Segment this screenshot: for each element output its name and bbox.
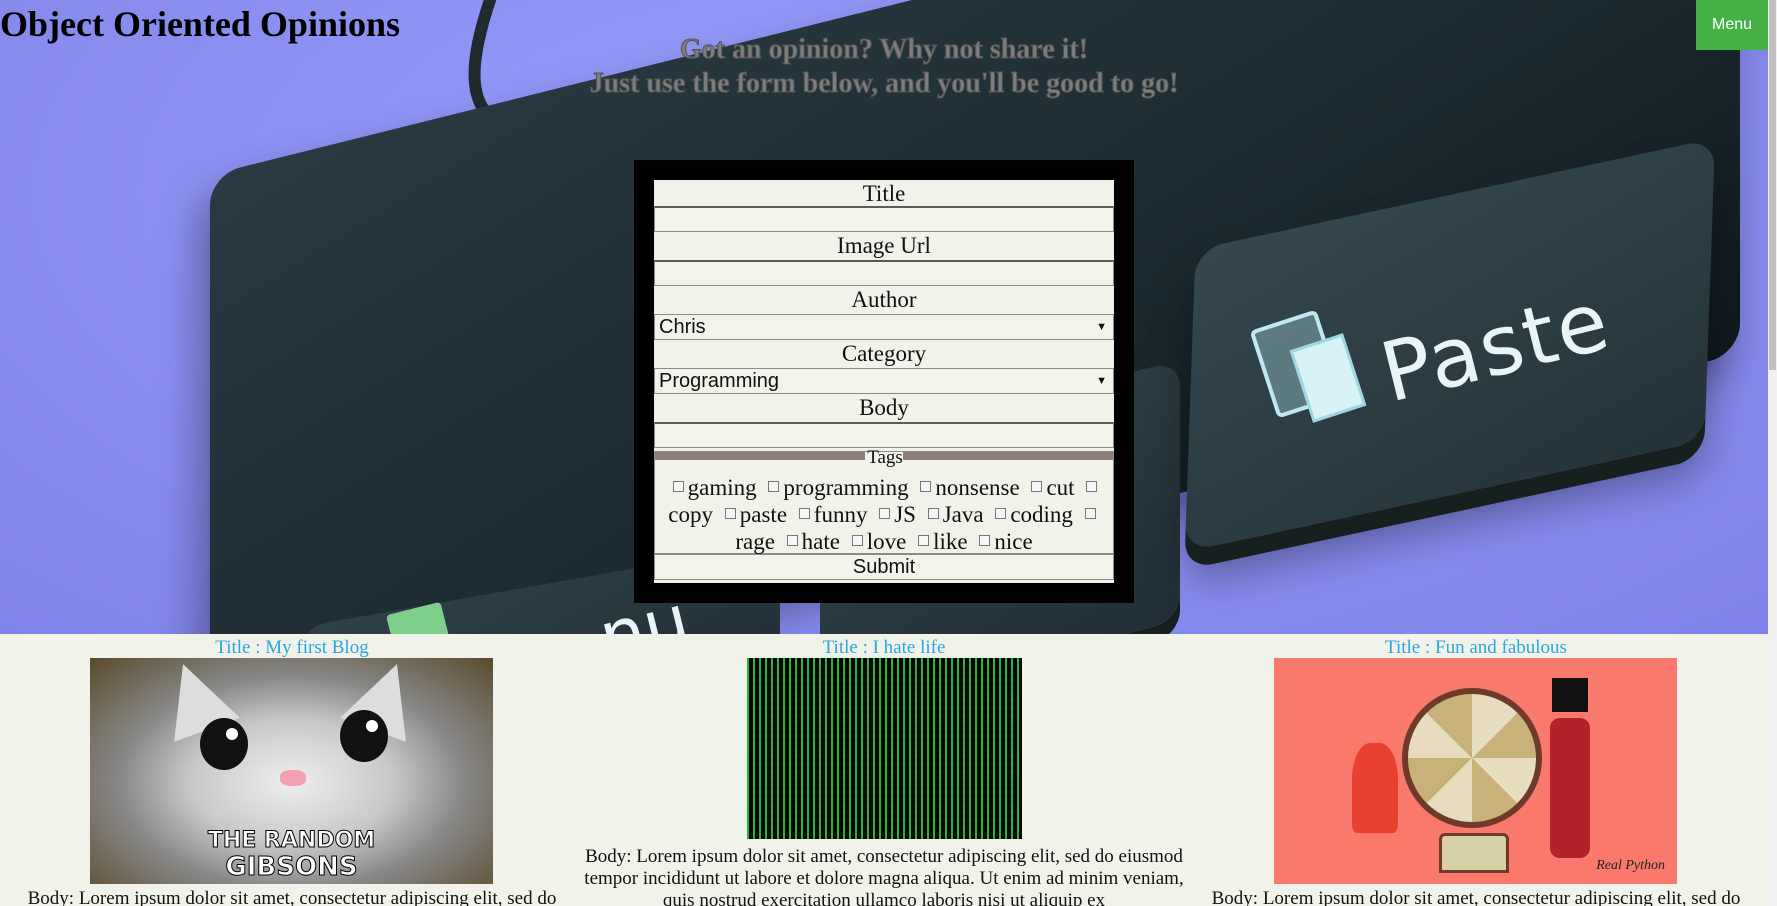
tags-fieldset: Tags gaming programming nonsense cut cop…: [654, 447, 1114, 555]
tag-option: hate: [781, 529, 840, 554]
opinion-form-frame: Title Image Url Author Chris ▼ Category …: [634, 160, 1134, 603]
image-caption: GIBSONS: [225, 852, 358, 883]
lady-figure: [1352, 743, 1398, 833]
dropdown-arrow-icon: ▼: [1096, 321, 1107, 333]
tag-option: like: [912, 529, 968, 554]
tag-label: rage: [735, 529, 775, 554]
tag-option: gaming: [667, 475, 757, 500]
tag-checkbox[interactable]: [879, 508, 891, 519]
image-url-label: Image Url: [837, 233, 931, 258]
tag-checkbox[interactable]: [918, 535, 930, 546]
menu-button[interactable]: Menu: [1696, 0, 1768, 50]
image-signature: Real Python: [1596, 858, 1665, 873]
tag-option: cut: [1025, 475, 1075, 500]
post-image-wheel: Real Python: [1274, 658, 1677, 884]
tagline-line-1: Got an opinion? Why not share it!: [679, 34, 1089, 66]
tag-checkbox[interactable]: [979, 535, 991, 546]
tag-option: JS: [873, 502, 916, 527]
category-selected-value: Programming: [659, 370, 780, 392]
tag-label: love: [866, 529, 907, 554]
author-label: Author: [851, 287, 917, 312]
tag-option: programming: [762, 475, 909, 500]
post-title[interactable]: Title : My first Blog: [0, 637, 584, 659]
tag-label: paste: [739, 502, 788, 527]
tag-checkbox[interactable]: [1031, 481, 1043, 492]
tag-label: nice: [994, 529, 1033, 554]
opinion-form: Title Image Url Author Chris ▼ Category …: [654, 180, 1114, 583]
wheel-graphic: [1402, 688, 1542, 828]
tags-divider: [655, 452, 865, 460]
kitten-eye: [340, 710, 388, 762]
tag-option: coding: [989, 502, 1073, 527]
scrollbar-thumb[interactable]: [1769, 0, 1776, 370]
tagline-line-2: Just use the form below, and you'll be g…: [589, 68, 1179, 100]
title-input[interactable]: [654, 206, 1114, 232]
tag-checkbox[interactable]: [798, 508, 810, 519]
tag-checkbox[interactable]: [995, 508, 1007, 519]
tag-option: paste: [719, 502, 787, 527]
post-body: Body: Lorem ipsum dolor sit amet, consec…: [27, 888, 557, 906]
tag-checkbox[interactable]: [672, 481, 684, 492]
tag-option: Java: [922, 502, 984, 527]
tags-divider: [903, 452, 1113, 460]
tag-label: programming: [783, 475, 909, 500]
tag-label: gaming: [687, 475, 757, 500]
tag-checkbox[interactable]: [786, 535, 798, 546]
dropdown-arrow-icon: ▼: [1096, 375, 1107, 387]
tags-list: gaming programming nonsense cut copy pas…: [661, 474, 1107, 555]
post-body: Body: Lorem ipsum dolor sit amet, consec…: [584, 846, 1184, 906]
tag-label: cut: [1046, 475, 1075, 500]
tag-label: like: [933, 529, 968, 554]
submit-button[interactable]: Submit: [654, 554, 1114, 580]
tag-checkbox[interactable]: [851, 535, 863, 546]
tag-option: nonsense: [914, 475, 1020, 500]
tags-legend: Tags: [867, 447, 903, 468]
post-title[interactable]: Title : I hate life: [584, 637, 1184, 659]
kitten-eye: [200, 718, 248, 770]
category-label: Category: [841, 341, 927, 366]
wheel-base-graphic: [1439, 833, 1509, 873]
image-url-input[interactable]: [654, 260, 1114, 286]
tag-label: copy: [668, 502, 714, 527]
tag-checkbox[interactable]: [768, 481, 780, 492]
tag-label: Java: [942, 502, 984, 527]
title-label: Title: [862, 181, 906, 206]
post-image-matrix: [747, 658, 1022, 839]
tag-label: hate: [801, 529, 840, 554]
kitten-nose: [280, 770, 306, 786]
tag-checkbox[interactable]: [927, 508, 939, 519]
image-caption: THE RANDOM: [207, 828, 376, 854]
tag-label: funny: [813, 502, 868, 527]
category-select[interactable]: Programming ▼: [654, 368, 1114, 394]
tag-option: nice: [973, 529, 1033, 554]
author-select[interactable]: Chris ▼: [654, 314, 1114, 340]
tag-option: love: [846, 529, 907, 554]
tag-label: JS: [894, 502, 916, 527]
author-selected-value: Chris: [659, 316, 706, 338]
tag-option: funny: [793, 502, 868, 527]
tag-checkbox[interactable]: [920, 481, 932, 492]
tag-label: coding: [1010, 502, 1073, 527]
top-hat-graphic: [1552, 678, 1588, 712]
post-body: Body: Lorem ipsum dolor sit amet, consec…: [1211, 888, 1741, 906]
body-input[interactable]: [654, 422, 1114, 448]
body-label: Body: [859, 395, 909, 420]
tag-checkbox[interactable]: [724, 508, 736, 519]
tag-label: nonsense: [935, 475, 1020, 500]
post-title[interactable]: Title : Fun and fabulous: [1184, 637, 1768, 659]
post-image-kitten: THE RANDOM GIBSONS: [90, 652, 493, 884]
tag-checkbox[interactable]: [1086, 481, 1098, 492]
tag-checkbox[interactable]: [1084, 508, 1096, 519]
ringmaster-figure: [1550, 718, 1590, 858]
